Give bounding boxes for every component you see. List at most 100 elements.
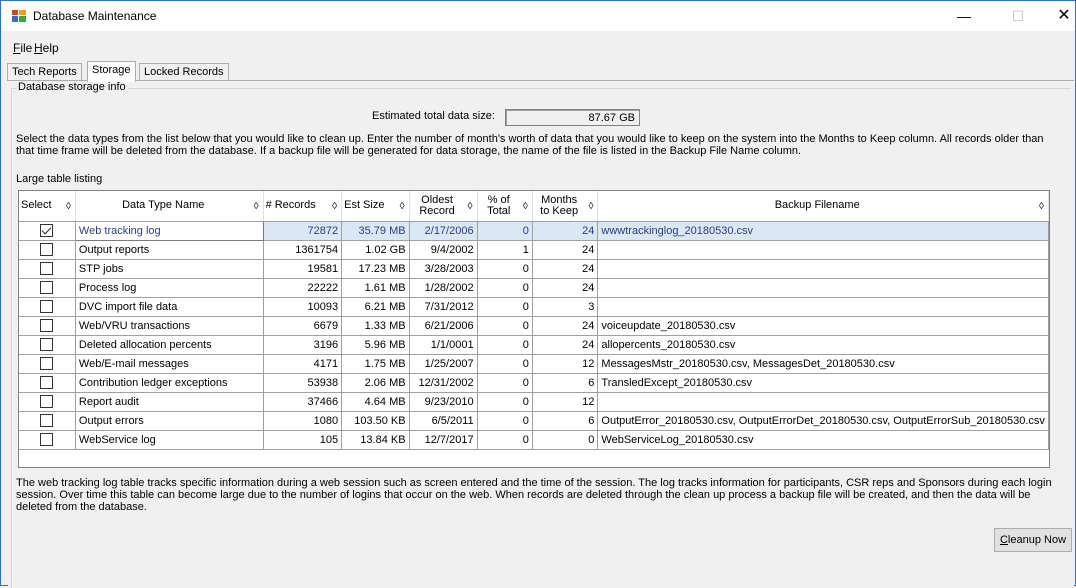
cell-months[interactable]: 24 bbox=[532, 278, 599, 298]
cell-oldest: 9/23/2010 bbox=[409, 392, 478, 412]
cell-months[interactable]: 12 bbox=[532, 392, 599, 412]
cell-months[interactable]: 24 bbox=[532, 221, 599, 241]
select-checkbox[interactable] bbox=[40, 243, 54, 256]
table-description: The web tracking log table tracks specif… bbox=[16, 477, 1052, 513]
sort-icon: ◊ bbox=[332, 201, 338, 212]
select-checkbox[interactable] bbox=[40, 376, 54, 389]
sort-icon: ◊ bbox=[1039, 201, 1044, 212]
table-row[interactable]: STP jobs 19581 17.23 MB 3/28/2003 0 24 bbox=[19, 259, 1049, 279]
cell-select[interactable] bbox=[19, 240, 76, 260]
cell-oldest: 6/5/2011 bbox=[409, 411, 478, 431]
select-checkbox[interactable] bbox=[40, 319, 54, 332]
col-header-pct[interactable]: % of Total ◊ bbox=[477, 191, 533, 222]
grid-body: Web tracking log 72872 35.79 MB 2/17/2006 0 2… bbox=[19, 220, 1049, 450]
cell-backup: voiceupdate_20180530.csv bbox=[597, 316, 1049, 336]
close-button[interactable]: ✕ bbox=[1041, 1, 1076, 31]
col-header-oldest[interactable]: Oldest Record ◊ bbox=[409, 191, 478, 222]
select-checkbox[interactable] bbox=[40, 300, 54, 313]
cell-months[interactable]: 12 bbox=[532, 354, 599, 374]
col-header-name[interactable]: Data Type Name ◊ bbox=[75, 191, 264, 222]
cell-select[interactable] bbox=[19, 297, 76, 317]
select-checkbox[interactable] bbox=[40, 281, 54, 294]
cell-size: 103.50 KB bbox=[341, 411, 410, 431]
col-header-months[interactable]: Months to Keep ◊ bbox=[532, 191, 599, 222]
select-checkbox[interactable] bbox=[40, 395, 54, 408]
tab-storage[interactable]: Storage bbox=[87, 61, 136, 82]
select-checkbox[interactable] bbox=[40, 414, 54, 427]
cell-months[interactable]: 24 bbox=[532, 316, 599, 336]
cell-months[interactable]: 24 bbox=[532, 259, 599, 279]
cell-select[interactable] bbox=[19, 373, 76, 393]
sort-icon: ◊ bbox=[522, 201, 528, 212]
cell-select[interactable] bbox=[19, 335, 76, 355]
menu-file[interactable]: File bbox=[13, 41, 32, 55]
table-row[interactable]: Output errors 1080 103.50 KB 6/5/2011 0 6 Outp… bbox=[19, 411, 1049, 431]
table-row[interactable]: Web/VRU transactions 6679 1.33 MB 6/21/2006… bbox=[19, 316, 1049, 336]
select-checkbox[interactable] bbox=[40, 262, 54, 275]
cell-months[interactable]: 24 bbox=[532, 240, 599, 260]
col-header-size[interactable]: Est Size ◊ bbox=[341, 191, 410, 222]
cell-select[interactable] bbox=[19, 411, 76, 431]
select-checkbox[interactable] bbox=[40, 338, 54, 351]
menu-help[interactable]: Help bbox=[34, 41, 59, 55]
cleanup-accel: C bbox=[999, 534, 1008, 546]
tab-locked-records[interactable]: Locked Records bbox=[139, 63, 229, 81]
large-table-label: Large table listing bbox=[16, 173, 103, 185]
cell-months[interactable]: 3 bbox=[532, 297, 599, 317]
col-header-select[interactable]: Select ◊ bbox=[19, 191, 76, 222]
col-header-records-label: # Records bbox=[265, 199, 316, 212]
select-checkbox[interactable] bbox=[40, 224, 54, 237]
cell-backup: OutputError_20180530.csv, OutputErrorDet… bbox=[597, 411, 1049, 431]
table-row[interactable]: Deleted allocation percents 3196 5.96 MB 1/… bbox=[19, 335, 1049, 355]
cell-months[interactable]: 0 bbox=[532, 430, 599, 450]
cell-oldest: 6/21/2006 bbox=[409, 316, 478, 336]
menu-help-accel: H bbox=[34, 41, 43, 55]
table-row[interactable]: Output reports 1361754 1.02 GB 9/4/2002 1 24 bbox=[19, 240, 1049, 260]
cleanup-now-button[interactable]: Cleanup Now bbox=[994, 528, 1072, 552]
cell-pct: 0 bbox=[477, 411, 533, 431]
cell-pct: 0 bbox=[477, 335, 533, 355]
cell-pct: 0 bbox=[477, 354, 533, 374]
table-row[interactable]: Report audit 37466 4.64 MB 9/23/2010 0 12 bbox=[19, 392, 1049, 412]
cell-months[interactable]: 6 bbox=[532, 373, 599, 393]
cell-name: Web/E-mail messages bbox=[75, 354, 264, 374]
cell-oldest: 1/1/0001 bbox=[409, 335, 478, 355]
col-header-oldest-label: Oldest Record bbox=[419, 193, 455, 217]
cell-backup bbox=[597, 259, 1049, 279]
cell-months[interactable]: 6 bbox=[532, 411, 599, 431]
cell-size: 5.96 MB bbox=[341, 335, 410, 355]
cell-backup bbox=[597, 240, 1049, 260]
select-checkbox[interactable] bbox=[40, 357, 54, 370]
tab-tech-reports[interactable]: Tech Reports bbox=[7, 63, 82, 81]
cell-records: 1080 bbox=[263, 411, 343, 431]
table-row[interactable]: Contribution ledger exceptions 53938 2.06 … bbox=[19, 373, 1049, 393]
table-row[interactable]: DVC import file data 10093 6.21 MB 7/31/201… bbox=[19, 297, 1049, 317]
maximize-button[interactable]: ☐ bbox=[995, 1, 1041, 31]
cell-backup: wwwtrackinglog_20180530.csv bbox=[597, 221, 1049, 241]
group-title: Database storage info bbox=[16, 81, 128, 93]
cell-select[interactable] bbox=[19, 316, 76, 336]
table-row[interactable]: Web/E-mail messages 4171 1.75 MB 1/25/2007 0… bbox=[19, 354, 1049, 374]
sort-icon: ◊ bbox=[588, 201, 594, 212]
table-row[interactable]: WebService log 105 13.84 KB 12/7/2017 0 0 WebS… bbox=[19, 430, 1049, 450]
sort-icon: ◊ bbox=[467, 201, 473, 212]
cell-select[interactable] bbox=[19, 354, 76, 374]
cell-months[interactable]: 24 bbox=[532, 335, 599, 355]
col-header-size-label: Est Size bbox=[344, 199, 385, 212]
cell-oldest: 2/17/2006 bbox=[409, 221, 478, 241]
table-row[interactable]: Process log 22222 1.61 MB 1/28/2002 0 24 bbox=[19, 278, 1049, 298]
cell-pct: 0 bbox=[477, 297, 533, 317]
col-header-records[interactable]: # Records ◊ bbox=[263, 191, 343, 222]
table-row[interactable]: Web tracking log 72872 35.79 MB 2/17/2006 0 2… bbox=[19, 220, 1049, 241]
cell-select[interactable] bbox=[19, 430, 76, 450]
cell-name: Process log bbox=[75, 278, 264, 298]
cell-select[interactable] bbox=[19, 221, 76, 241]
cell-select[interactable] bbox=[19, 259, 76, 279]
cell-select[interactable] bbox=[19, 278, 76, 298]
minimize-button[interactable]: — bbox=[941, 1, 987, 31]
cell-select[interactable] bbox=[19, 392, 76, 412]
large-table-grid[interactable]: Select ◊ Data Type Name ◊ # Records ◊ Est S… bbox=[18, 190, 1050, 468]
col-header-backup[interactable]: Backup Filename ◊ bbox=[597, 191, 1049, 222]
cell-backup: MessagesMstr_20180530.csv, MessagesDet_2… bbox=[597, 354, 1049, 374]
select-checkbox[interactable] bbox=[40, 433, 54, 446]
